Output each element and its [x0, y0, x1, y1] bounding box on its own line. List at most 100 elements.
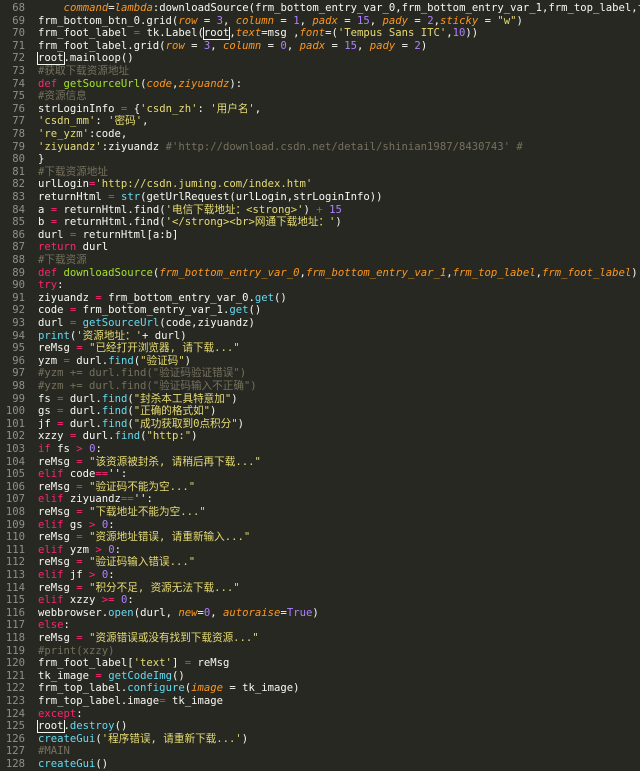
code-line[interactable]: 123 frm_top_label.image= tk_image [0, 695, 640, 708]
code-line[interactable]: 74 def getSourceUrl(code,ziyuandz): [0, 78, 640, 91]
code-line[interactable]: 116 webbrowser.open(durl, new=0, autorais… [0, 607, 640, 620]
line-text: else: [38, 619, 70, 632]
code-line[interactable]: 127 #MAIN [0, 745, 640, 758]
code-line[interactable]: 103 if fs > 0: [0, 443, 640, 456]
line-number: 104 [5, 455, 25, 468]
code-line[interactable]: 109 elif gs > 0: [0, 519, 640, 532]
code-line[interactable]: 122 frm_top_label.configure(image = tk_im… [0, 682, 640, 695]
code-line[interactable]: 97 #yzm += durl.find("验证码验证错误") [0, 367, 640, 380]
code-token: find [101, 405, 128, 418]
code-line[interactable]: 69 frm_bottom_btn_0.grid(row = 3, column … [0, 15, 640, 28]
code-line[interactable]: 75 #资源信息 [0, 90, 640, 103]
code-line[interactable]: 128 createGui() [0, 758, 640, 771]
code-token: getSourceUrl [82, 317, 160, 329]
code-line[interactable]: 105 elif code=='': [0, 468, 640, 481]
code-line[interactable]: 120 frm_foot_label['text'] = reMsg [0, 657, 640, 670]
code-token: root [37, 52, 65, 66]
code-line[interactable]: 104 reMsg = "该资源被封杀, 请稍后再下载..." [0, 456, 640, 469]
code-line[interactable]: 76 strLoginInfo = {'csdn_zh': '用户名', [0, 103, 640, 116]
code-line[interactable]: 108 reMsg = "下载地址不能为空..." [0, 506, 640, 519]
code-line[interactable]: 113 elif jf > 0: [0, 569, 640, 582]
code-token: True [286, 606, 313, 619]
code-token: #资源信息 [38, 90, 87, 103]
code-line[interactable]: 117 else: [0, 619, 640, 632]
code-token: returnHtml [38, 191, 109, 203]
code-token: , [142, 115, 149, 128]
code-token: gs [63, 518, 90, 531]
code-line[interactable]: 102 xzzy = durl.find("http:") [0, 430, 640, 443]
code-line[interactable]: 87 return durl [0, 241, 640, 254]
code-token: find [101, 392, 128, 405]
line-number: 76 [12, 102, 25, 115]
code-line[interactable]: 94 print('资源地址：'+ durl) [0, 330, 640, 343]
code-line[interactable]: 80} [0, 153, 640, 166]
line-number: 124 [5, 707, 25, 720]
line-text: def getSourceUrl(code,ziyuandz): [38, 78, 242, 91]
code-token: "验证码" [140, 354, 185, 367]
code-line[interactable]: 71 frm_foot_label.grid(row = 3, column = … [0, 40, 640, 53]
code-line[interactable]: 68 command=lambda:downloadSource(frm_bott… [0, 2, 640, 15]
code-token: "验证码不能为空..." [89, 480, 196, 493]
code-line[interactable]: 79 'ziyuandz':ziyuandz #'http://download.… [0, 141, 640, 154]
code-editor[interactable]: 68 command=lambda:downloadSource(frm_bott… [0, 0, 640, 770]
code-line[interactable]: 81 #下载资源地址 [0, 166, 640, 179]
code-line[interactable]: 107 elif ziyuandz=='': [0, 493, 640, 506]
code-token: , [254, 102, 262, 115]
code-line[interactable]: 72 root.mainloop() [0, 52, 640, 66]
line-number: 106 [5, 480, 25, 493]
code-line[interactable]: 98 #yzm += durl.find("验证码输入不正确") [0, 380, 640, 393]
code-line[interactable]: 77 'csdn_mm': '密码', [0, 115, 640, 128]
line-number: 110 [5, 531, 25, 544]
code-line[interactable]: 111 elif yzm > 0: [0, 544, 640, 557]
code-line[interactable]: 118 reMsg = "资源错误或没有找到下载资源..." [0, 632, 640, 645]
line-text: #print(xzzy) [38, 645, 115, 658]
code-line[interactable]: 110 reMsg = "资源地址错误, 请重新输入..." [0, 531, 640, 544]
code-line[interactable]: 92 code = frm_bottom_entry_var_1.get() [0, 304, 640, 317]
code-token: tk.Label( [140, 27, 204, 40]
code-token: = [395, 39, 415, 52]
code-token: () [171, 669, 185, 682]
line-text: reMsg = "资源地址错误, 请重新输入..." [38, 531, 250, 544]
code-line[interactable]: 85 b = returnHtml.find('</strong><br>网通下载… [0, 216, 640, 229]
code-line[interactable]: 99 fs = durl.find("封杀本工具特意加") [0, 393, 640, 406]
code-token: ) [237, 417, 244, 430]
code-token: ) [335, 216, 342, 229]
code-token: "资源地址错误, 请重新输入..." [89, 531, 251, 544]
code-line[interactable]: 101 jf = durl.find("成功获取到0点积分") [0, 418, 640, 431]
code-line[interactable]: 84 a = returnHtml.find('电信下载地址：<strong>')… [0, 204, 640, 217]
code-line[interactable]: 78 're_yzm':code, [0, 128, 640, 141]
code-line[interactable]: 86 durl = returnHtml[a:b] [0, 229, 640, 242]
code-line[interactable]: 126 createGui('程序错误, 请重新下载...') [0, 733, 640, 746]
code-line[interactable]: 100 gs = durl.find("正确的格式如") [0, 405, 640, 418]
code-line[interactable]: 124 except: [0, 708, 640, 721]
code-line[interactable]: 119 #print(xzzy) [0, 645, 640, 658]
code-line[interactable]: 73 #获取下载资源地址 [0, 65, 640, 78]
line-text: elif jf > 0: [38, 569, 115, 582]
code-line[interactable]: 83 returnHtml = str(getUrlRequest(urlLogi… [0, 191, 640, 204]
code-line[interactable]: 96 yzm = durl.find("验证码") [0, 355, 640, 368]
code-line[interactable]: 112 reMsg = "验证码输入错误..." [0, 556, 640, 569]
code-line[interactable]: 82 urlLogin='http://csdn.juming.com/index… [0, 178, 640, 191]
code-line[interactable]: 114 reMsg = "积分不足, 资源无法下载..." [0, 582, 640, 595]
code-line[interactable]: 90 try: [0, 279, 640, 292]
code-line[interactable]: 88 #下载资源 [0, 254, 640, 267]
line-number: 126 [5, 732, 25, 745]
code-line[interactable]: 95 reMsg = "已经打开浏览器, 请下载..." [0, 342, 640, 355]
code-line[interactable]: 91 ziyuandz = frm_bottom_entry_var_0.get(… [0, 292, 640, 305]
code-token: jf [38, 417, 58, 430]
code-line[interactable]: 106 reMsg = "验证码不能为空..." [0, 481, 640, 494]
code-line[interactable]: 115 elif xzzy >= 0: [0, 594, 640, 607]
code-token: #print(xzzy) [38, 644, 115, 657]
code-line[interactable]: 125 root.destroy() [0, 720, 640, 734]
code-token: () [274, 291, 287, 304]
line-text: webbrowser.open(durl, new=0, autoraise=T… [38, 607, 319, 620]
code-line[interactable]: 70 frm_foot_label = tk.Label(root,text=ms… [0, 27, 640, 41]
code-token: , [210, 606, 224, 619]
code-line[interactable]: 89 def downloadSource(frm_bottom_entry_va… [0, 267, 640, 280]
code-line[interactable]: 121 tk_image = getCodeImg() [0, 670, 640, 683]
code-line[interactable]: 93 durl = getSourceUrl(code,ziyuandz) [0, 317, 640, 330]
line-text: strLoginInfo = {'csdn_zh': '用户名', [38, 103, 261, 116]
code-token: 'ziyuandz' [38, 140, 102, 153]
line-text: reMsg = "积分不足, 资源无法下载..." [38, 582, 240, 595]
code-area[interactable]: 68 command=lambda:downloadSource(frm_bott… [0, 0, 640, 770]
